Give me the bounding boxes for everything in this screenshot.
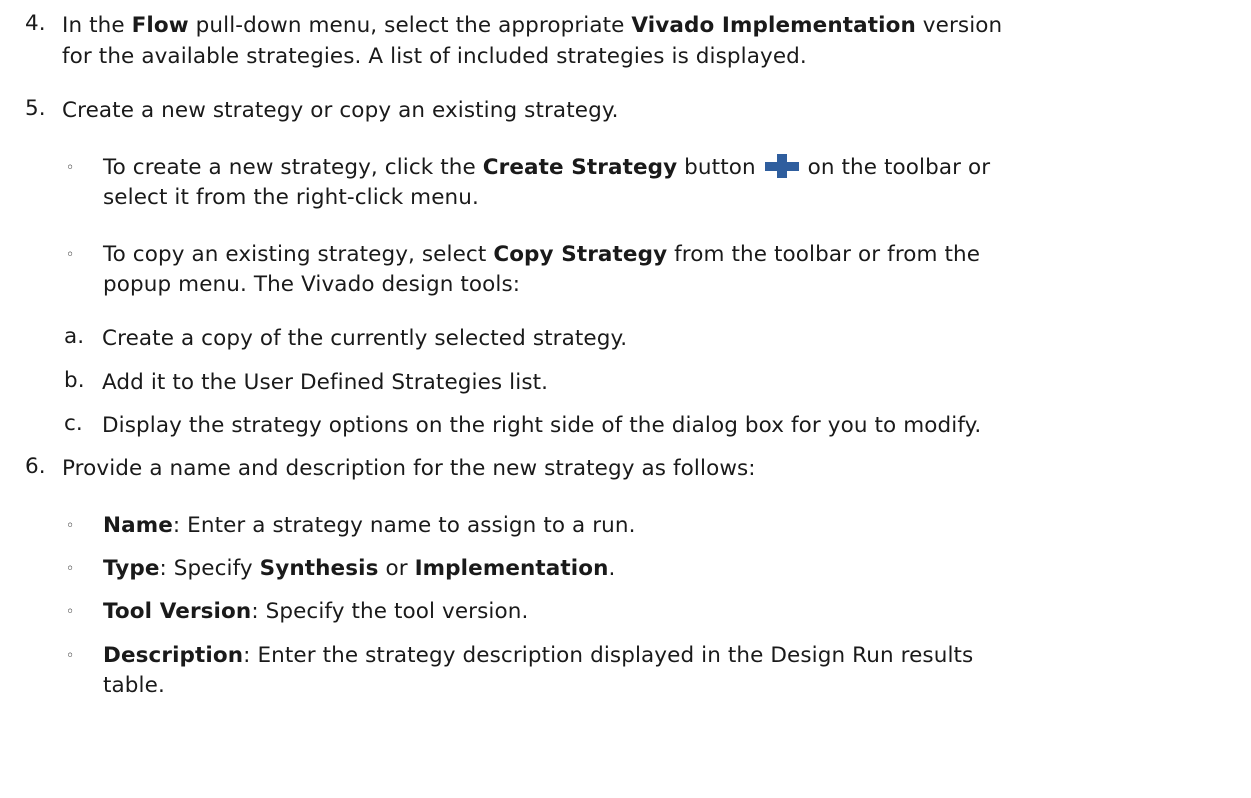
type-term: Type [103, 556, 160, 581]
step-4-text: pull-down menu, select the appropriate [188, 13, 632, 38]
vivado-implementation-term: Vivado Implementation [631, 13, 916, 38]
step-4-line-1: In the Flow pull-down menu, select the a… [62, 11, 1002, 41]
substep-text: Create a copy of the currently selected … [102, 326, 628, 351]
description-item-line-1: Description: Enter the strategy descript… [103, 641, 973, 671]
flow-term: Flow [131, 13, 189, 38]
create-strategy-text: To create a new strategy, click the [103, 155, 483, 180]
bullet-marker: ◦ [66, 247, 75, 263]
implementation-term: Implementation [414, 556, 609, 581]
substep-text: Display the strategy options on the righ… [102, 413, 982, 438]
substep-label: b. [64, 368, 85, 393]
bullet-marker: ◦ [66, 604, 75, 620]
type-description: . [608, 556, 616, 581]
description-item-line-2: table. [103, 673, 165, 698]
description-term: Description [103, 643, 244, 668]
substep-label: a. [64, 324, 85, 349]
create-strategy-text: on the toolbar or [800, 155, 991, 180]
copy-strategy-text: To copy an existing strategy, select [103, 242, 494, 267]
create-strategy-term: Create Strategy [482, 155, 678, 180]
bullet-marker: ◦ [66, 561, 75, 577]
name-description: : Enter a strategy name to assign to a r… [172, 513, 636, 538]
copy-strategy-line-1: To copy an existing strategy, select Cop… [103, 240, 980, 270]
step-5-text: Create a new strategy or copy an existin… [62, 98, 619, 123]
step-4-text: In the [62, 13, 132, 38]
substep-label: c. [64, 411, 83, 436]
bullet-marker: ◦ [66, 160, 75, 176]
copy-strategy-term: Copy Strategy [493, 242, 668, 267]
step-6-text: Provide a name and description for the n… [62, 456, 756, 481]
step-5-number: 5. [25, 96, 46, 121]
copy-strategy-text: from the toolbar or from the [667, 242, 981, 267]
bullet-marker: ◦ [66, 648, 75, 664]
create-strategy-line-1: To create a new strategy, click the Crea… [103, 153, 990, 183]
name-term: Name [103, 513, 173, 538]
type-description: or [378, 556, 415, 581]
step-4-line-2: for the available strategies. A list of … [62, 44, 807, 69]
plus-icon [764, 154, 799, 178]
create-strategy-text: button [677, 155, 756, 180]
bullet-marker: ◦ [66, 518, 75, 534]
type-field-item: Type: Specify Synthesis or Implementatio… [103, 554, 615, 584]
step-4-text: version [915, 13, 1003, 38]
tool-version-term: Tool Version [103, 599, 252, 624]
step-6-number: 6. [25, 454, 46, 479]
substep-text: Add it to the User Defined Strategies li… [102, 370, 549, 395]
create-strategy-line-2: select it from the right-click menu. [103, 185, 479, 210]
synthesis-term: Synthesis [259, 556, 379, 581]
name-field-item: Name: Enter a strategy name to assign to… [103, 511, 636, 541]
step-4-number: 4. [25, 11, 46, 36]
description-text: : Enter the strategy description display… [243, 643, 974, 668]
tool-version-description: : Specify the tool version. [251, 599, 529, 624]
tool-version-item: Tool Version: Specify the tool version. [103, 597, 528, 627]
type-description: : Specify [159, 556, 260, 581]
copy-strategy-line-2: popup menu. The Vivado design tools: [103, 272, 521, 297]
